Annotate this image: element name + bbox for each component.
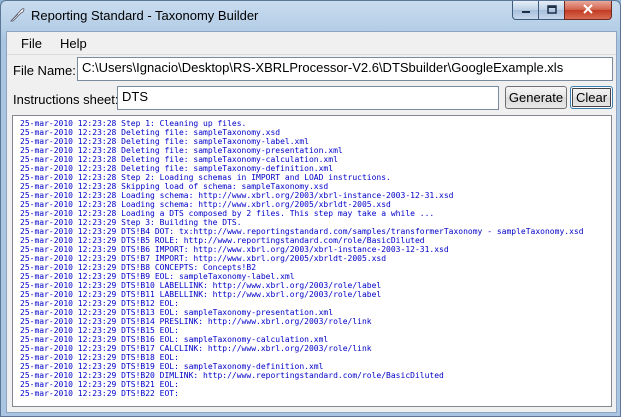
log-output[interactable]: 25-mar-2010 12:23:28 Step 1: Cleaning up…: [12, 115, 612, 407]
client-area: File Help File Name: C:\Users\Ignacio\De…: [6, 31, 617, 413]
log-line: 25-mar-2010 12:23:29 DTS!B13 EOL: sample…: [20, 308, 334, 317]
menu-file[interactable]: File: [14, 35, 49, 52]
log-line: 25-mar-2010 12:23:29 DTS!B22 EOT:: [20, 389, 179, 398]
log-line: 25-mar-2010 12:23:29 DTS!B6 IMPORT: http…: [20, 245, 449, 254]
generate-button[interactable]: Generate: [505, 86, 567, 109]
log-line: 25-mar-2010 12:23:29 DTS!B9 EOL: sampleT…: [20, 272, 295, 281]
file-name-label: File Name:: [13, 63, 76, 78]
menu-bar: File Help: [7, 32, 616, 55]
log-line: 25-mar-2010 12:23:28 Deleting file: samp…: [20, 164, 334, 173]
log-line: 25-mar-2010 12:23:29 DTS!B19 EOL: sample…: [20, 362, 324, 371]
log-line: 25-mar-2010 12:23:29 DTS!B4 DOT: tx:http…: [20, 227, 584, 236]
log-line: 25-mar-2010 12:23:29 DTS!B15 EOL:: [20, 326, 179, 335]
log-line: 25-mar-2010 12:23:29 DTS!B21 EOL:: [20, 380, 179, 389]
app-window: Reporting Standard - Taxonomy Builder Fi…: [0, 0, 621, 417]
log-line: 25-mar-2010 12:23:29 DTS!B18 EOL:: [20, 353, 179, 362]
maximize-icon: [546, 1, 557, 19]
log-line: 25-mar-2010 12:23:29 Step 3: Building th…: [20, 218, 242, 227]
log-line: 25-mar-2010 12:23:29 DTS!B14 PRESLINK: h…: [20, 317, 372, 326]
feather-pen-icon: [9, 7, 25, 23]
log-line: 25-mar-2010 12:23:29 DTS!B10 LABELLINK: …: [20, 281, 382, 290]
close-button[interactable]: [564, 1, 612, 20]
log-line: 25-mar-2010 12:23:28 Loading schema: htt…: [20, 191, 454, 200]
minimize-icon: [521, 1, 531, 19]
log-line: 25-mar-2010 12:23:28 Step 1: Cleaning up…: [20, 119, 247, 128]
close-icon: [582, 1, 594, 19]
log-line: 25-mar-2010 12:23:28 Deleting file: samp…: [20, 128, 281, 137]
file-name-field[interactable]: C:\Users\Ignacio\Desktop\RS-XBRLProcesso…: [77, 57, 613, 81]
log-line: 25-mar-2010 12:23:29 DTS!B11 LABELLINK: …: [20, 290, 382, 299]
clear-button[interactable]: Clear: [570, 86, 613, 109]
log-line: 25-mar-2010 12:23:28 Loading a DTS compo…: [20, 209, 435, 218]
log-line: 25-mar-2010 12:23:28 Deleting file: samp…: [20, 146, 343, 155]
log-line: 25-mar-2010 12:23:28 Deleting file: samp…: [20, 137, 309, 146]
maximize-button[interactable]: [538, 1, 565, 20]
log-line: 25-mar-2010 12:23:29 DTS!B5 ROLE: http:/…: [20, 236, 425, 245]
log-line: 25-mar-2010 12:23:29 DTS!B20 DIMLINK: ht…: [20, 371, 444, 380]
menu-help[interactable]: Help: [53, 35, 94, 52]
log-line: 25-mar-2010 12:23:28 Loading schema: htt…: [20, 200, 391, 209]
instructions-sheet-field[interactable]: DTS: [117, 86, 499, 110]
log-line: 25-mar-2010 12:23:29 DTS!B16 EOL: sample…: [20, 335, 329, 344]
log-line: 25-mar-2010 12:23:29 DTS!B8 CONCEPTS: Co…: [20, 263, 257, 272]
log-line: 25-mar-2010 12:23:28 Deleting file: samp…: [20, 155, 338, 164]
title-bar[interactable]: Reporting Standard - Taxonomy Builder: [1, 1, 620, 31]
log-line: 25-mar-2010 12:23:29 DTS!B17 CALCLINK: h…: [20, 344, 372, 353]
log-line: 25-mar-2010 12:23:28 Skipping load of sc…: [20, 182, 329, 191]
log-line: 25-mar-2010 12:23:29 DTS!B12 EOL:: [20, 299, 179, 308]
log-line: 25-mar-2010 12:23:29 DTS!B7 IMPORT: http…: [20, 254, 387, 263]
instructions-sheet-label: Instructions sheet:: [13, 92, 119, 107]
minimize-button[interactable]: [512, 1, 539, 20]
window-title: Reporting Standard - Taxonomy Builder: [31, 8, 259, 23]
log-line: 25-mar-2010 12:23:28 Step 2: Loading sch…: [20, 173, 391, 182]
